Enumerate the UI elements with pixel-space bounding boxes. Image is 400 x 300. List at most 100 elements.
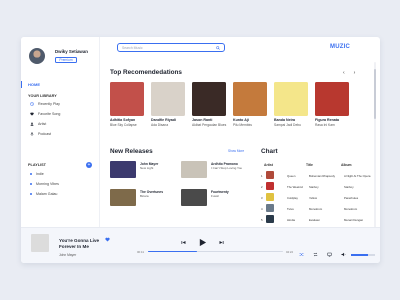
search-placeholder: Search Music xyxy=(122,45,143,50)
sidebar-item-recently-play[interactable]: Recently Play xyxy=(30,101,60,107)
search-icon xyxy=(216,45,220,50)
release-card[interactable]: John Mayer New Light xyxy=(110,161,158,178)
shuffle-icon[interactable] xyxy=(299,252,304,257)
sidebar-item-favorite-song[interactable]: Favorite Song xyxy=(30,111,60,117)
sidebar-item-artist[interactable]: Artist xyxy=(30,121,46,127)
screen-icon[interactable] xyxy=(327,252,332,257)
now-playing-title: You're Gonna Live Forever In Me xyxy=(59,238,100,249)
recommendation-card[interactable]: Figura Renata Rasa Ini Kam xyxy=(315,82,351,127)
row-title: Bohemian Rhapsody xyxy=(309,174,335,178)
app-logo: MUZIC xyxy=(330,44,350,50)
album-cover xyxy=(181,189,207,206)
now-playing-cover xyxy=(31,234,49,252)
album-cover xyxy=(110,189,136,206)
row-artist: Hindia xyxy=(287,218,295,222)
row-artist: The Weeknd xyxy=(287,185,303,189)
release-card[interactable]: The Overtunes Bicara xyxy=(110,189,163,206)
card-title: Figura Renata xyxy=(315,118,339,122)
sidebar-item-podcast[interactable]: Podcast xyxy=(30,131,51,137)
sidebar-item-label: Indie xyxy=(36,172,44,176)
recommendation-card[interactable]: Banda Neira Sampai Jadi Debu xyxy=(274,82,310,127)
progress-fill xyxy=(148,250,197,252)
card-artist: I Can't Stop Loving You xyxy=(211,166,243,170)
rank: 5 xyxy=(261,218,263,222)
row-album: Menari Dengan xyxy=(344,218,364,222)
rank: 1 xyxy=(261,174,263,178)
search-input[interactable]: Search Music xyxy=(117,43,225,52)
row-album: Starboy xyxy=(344,185,354,189)
heart-icon xyxy=(30,112,34,116)
sidebar-item-label: Podcast xyxy=(38,132,51,136)
release-card[interactable]: Ardhito Pramono I Can't Stop Loving You xyxy=(181,161,242,178)
heart-icon[interactable] xyxy=(105,237,110,242)
card-artist: Fussil xyxy=(211,194,219,198)
rank: 4 xyxy=(261,207,263,211)
chart-header-title: Title xyxy=(306,163,313,167)
card-artist: Sampai Jadi Debu xyxy=(274,123,301,127)
card-artist: Bicara xyxy=(140,194,149,198)
bullet-icon xyxy=(30,183,32,185)
rank: 2 xyxy=(261,185,263,189)
chevron-left-icon[interactable]: ‹ xyxy=(343,70,345,76)
card-title: Kunto Aji xyxy=(233,118,249,122)
sidebar-item-playlist[interactable]: Indie xyxy=(30,171,44,177)
chevron-right-icon[interactable]: › xyxy=(354,70,356,76)
sidebar-item-home[interactable]: HOME xyxy=(21,81,61,88)
now-playing-artist: John Mayer xyxy=(59,253,77,257)
card-artist: Rasa Ini Kam xyxy=(315,123,335,127)
recent-icon xyxy=(30,102,34,106)
album-cover xyxy=(181,161,207,178)
album-cover xyxy=(266,171,274,179)
row-album: Parachutes xyxy=(344,196,359,200)
recommendation-card[interactable]: Kunto Aji Pilu Membiru xyxy=(233,82,269,127)
playback-controls xyxy=(181,238,224,247)
duration-time: 04:22 xyxy=(286,250,293,254)
bullet-icon xyxy=(30,193,32,195)
sidebar-item-playlist[interactable]: Morning Vibes xyxy=(30,181,59,187)
row-artist: Queen xyxy=(287,174,296,178)
bullet-icon xyxy=(30,173,32,175)
recommendation-card[interactable]: Dandfie Riyadi Ada Disana xyxy=(151,82,187,127)
user-name: Dwiky Setiawan xyxy=(55,49,88,54)
person-icon xyxy=(30,122,34,126)
player-options xyxy=(299,252,346,257)
sidebar: Dwiky Setiawan Premium HOME YOUR LIBRARY… xyxy=(21,37,100,227)
add-playlist-button[interactable]: + xyxy=(86,162,92,168)
sidebar-item-label: Recently Play xyxy=(38,102,60,106)
premium-badge[interactable]: Premium xyxy=(55,57,77,63)
show-more-link[interactable]: Show More xyxy=(228,149,244,153)
album-cover xyxy=(233,82,267,116)
card-title: Jason Ranti xyxy=(192,118,213,122)
card-title: Dandfie Riyadi xyxy=(151,118,176,122)
table-row[interactable]: 5 Hindia Evaluasi Menari Dengan xyxy=(261,214,373,226)
playlist-heading: PLAYLIST xyxy=(28,163,47,167)
sidebar-item-label: Artist xyxy=(38,122,47,126)
scrollbar-thumb[interactable] xyxy=(374,69,376,119)
release-card[interactable]: Fourtwenty Fussil xyxy=(181,189,229,206)
row-title: Yellow xyxy=(309,196,317,200)
album-cover xyxy=(266,204,274,212)
card-title: Adhitia Sofyan xyxy=(110,118,136,122)
card-artist: Pilu Membiru xyxy=(233,123,253,127)
section-title: Top Recomendedations xyxy=(110,69,182,76)
sidebar-item-label: Morning Vibes xyxy=(36,182,59,186)
card-artist: Akibat Pergaulan Blues xyxy=(192,123,227,127)
sidebar-item-label: Favorite Song xyxy=(38,112,61,116)
volume-icon[interactable] xyxy=(341,252,346,257)
library-heading: YOUR LIBRARY xyxy=(28,94,57,98)
repeat-icon[interactable] xyxy=(313,252,318,257)
card-artist: Blue Sky Collapse xyxy=(110,123,137,127)
next-icon[interactable] xyxy=(219,240,224,245)
player-bar: You're Gonna Live Forever In Me John May… xyxy=(21,227,380,263)
recommendation-card[interactable]: Jason Ranti Akibat Pergaulan Blues xyxy=(192,82,228,127)
section-title: New Releases xyxy=(110,148,153,155)
avatar[interactable] xyxy=(29,48,45,64)
album-cover xyxy=(274,82,308,116)
row-artist: Tulus xyxy=(287,207,294,211)
recommendation-card[interactable]: Adhitia Sofyan Blue Sky Collapse xyxy=(110,82,146,127)
chart-header-artist: Artist xyxy=(264,163,273,167)
sidebar-item-playlist[interactable]: Malam Galau xyxy=(30,191,57,197)
play-icon[interactable] xyxy=(198,238,207,247)
sidebar-item-label: Malam Galau xyxy=(36,192,58,196)
previous-icon[interactable] xyxy=(181,240,186,245)
